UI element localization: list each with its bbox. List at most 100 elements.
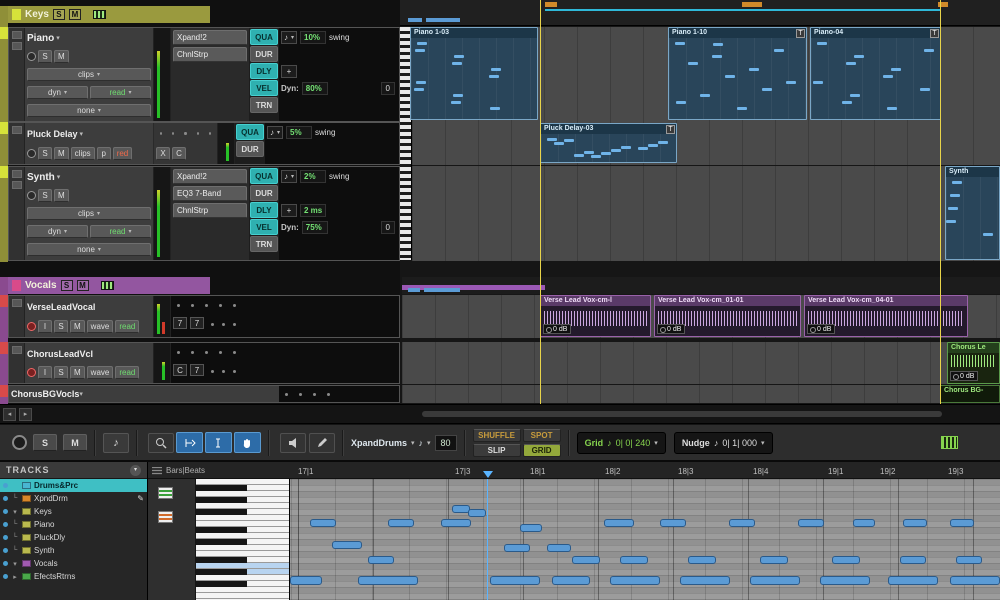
track-color-chip[interactable] <box>0 27 8 39</box>
track-title[interactable]: Pluck Delay <box>27 129 78 139</box>
track-show-dot[interactable] <box>3 522 8 527</box>
mode-spot-button[interactable]: SPOT <box>523 429 561 442</box>
midi-note[interactable] <box>310 519 336 527</box>
tree-glyph[interactable]: └ <box>11 521 19 528</box>
delay-plus-button[interactable]: + <box>281 204 297 217</box>
track-color-chip[interactable] <box>0 166 8 178</box>
indicator-dot[interactable] <box>197 132 199 135</box>
solo-button[interactable]: S <box>54 320 68 333</box>
track-color-chip[interactable] <box>0 385 8 397</box>
clip-midi[interactable]: Piano 1-10T <box>668 27 807 120</box>
track-header-synth[interactable]: Synth▾ S M clips dyn read none Xpand!2 E… <box>8 166 400 261</box>
midi-keyboard-icon[interactable] <box>941 436 958 449</box>
insert-slot[interactable]: ChnlStrp <box>173 47 247 62</box>
insert-slot[interactable]: Xpand!2 <box>173 169 247 184</box>
track-show-dot[interactable] <box>3 574 8 579</box>
track-name[interactable]: EfectsRtrns <box>34 572 75 581</box>
indicator-dot[interactable] <box>191 304 194 307</box>
track-name[interactable]: Synth <box>34 546 54 555</box>
track-color-chip[interactable] <box>0 122 8 134</box>
mode-slip-button[interactable]: SLIP <box>473 444 521 457</box>
track-name[interactable]: Drums&Prc <box>34 481 78 490</box>
midi-note[interactable] <box>688 556 716 564</box>
indicator-dot[interactable] <box>219 351 222 354</box>
dyn-dropdown[interactable]: dyn <box>27 86 88 99</box>
tree-glyph[interactable]: └ <box>11 495 19 502</box>
midi-note[interactable] <box>604 519 634 527</box>
playhead-marker[interactable] <box>483 471 493 478</box>
indicator-dot[interactable] <box>233 351 236 354</box>
record-button[interactable] <box>12 435 27 450</box>
group-bar-vocals[interactable]: Vocals S M <box>8 277 210 294</box>
indicator-dot[interactable] <box>211 370 214 373</box>
record-enable-button[interactable] <box>27 368 36 377</box>
midi-note-tool-button[interactable]: ♪ <box>103 433 129 453</box>
track-show-dot[interactable] <box>3 561 8 566</box>
midi-note[interactable] <box>547 544 571 552</box>
voice-selector[interactable]: C <box>173 364 187 376</box>
clip-gain-badge[interactable]: 0 dB <box>950 371 978 381</box>
indicator-dot[interactable] <box>219 304 222 307</box>
horizontal-scroll-bar[interactable]: ◂ ▸ <box>0 404 1000 424</box>
track-options-icon[interactable] <box>12 42 22 50</box>
delay-amount[interactable]: 2 ms <box>300 204 326 217</box>
transpose-button[interactable]: TRN <box>250 236 278 252</box>
midi-note[interactable] <box>760 556 788 564</box>
track-list-item-keys[interactable]: ▾Keys <box>0 505 147 518</box>
caret-icon[interactable]: ▾ <box>57 173 61 181</box>
midi-note[interactable] <box>572 556 600 564</box>
voice-selector[interactable]: 7 <box>173 317 187 329</box>
track-show-dot[interactable] <box>3 535 8 540</box>
midi-note[interactable] <box>729 519 755 527</box>
caret-icon[interactable]: ▾ <box>79 390 83 398</box>
indicator-dot[interactable] <box>233 304 236 307</box>
group-title[interactable]: Keys <box>25 9 49 20</box>
midi-note[interactable] <box>620 556 648 564</box>
automation-mode-dropdown[interactable]: read <box>90 225 151 238</box>
tree-glyph[interactable]: ▾ <box>11 508 19 516</box>
midi-note[interactable] <box>888 576 938 585</box>
indicator-dot[interactable] <box>233 323 236 326</box>
track-show-dot[interactable] <box>3 509 8 514</box>
velocity-offset[interactable]: 0 <box>381 82 395 95</box>
mode-grid-button[interactable]: GRID <box>523 444 561 457</box>
duration-button[interactable]: DUR <box>250 46 278 62</box>
selector-tool-button[interactable] <box>205 432 232 453</box>
midi-note[interactable] <box>680 576 730 585</box>
mute-button[interactable]: M <box>54 189 69 202</box>
midi-note[interactable] <box>950 576 1000 585</box>
indicator-dot[interactable] <box>211 323 214 326</box>
indicator-dot[interactable] <box>205 351 208 354</box>
track-header-chorus-bg-vocals[interactable]: ChorusBGVocls ▾ <box>8 385 400 403</box>
midi-note[interactable] <box>610 576 660 585</box>
grabber-tool-button[interactable] <box>234 432 261 453</box>
track-title[interactable]: VerseLeadVocal <box>27 302 95 312</box>
pencil-icon[interactable]: ✎ <box>137 494 144 503</box>
clip-midi[interactable]: Synth <box>945 166 1000 260</box>
insert-slot[interactable]: Xpand!2 <box>173 30 247 45</box>
scroll-left-button[interactable]: ◂ <box>3 408 16 421</box>
automation-mode-dropdown[interactable]: red <box>113 147 133 160</box>
automation-mode-dropdown[interactable]: read <box>90 86 151 99</box>
delay-button[interactable]: DLY <box>250 63 278 79</box>
track-view-dropdown[interactable]: clips <box>71 147 95 160</box>
group-color-chip[interactable] <box>12 9 21 20</box>
insert-slot[interactable]: ChnlStrp <box>173 203 247 218</box>
bars-beats-ruler[interactable]: Bars|Beats 17|117|318|118|218|318|419|11… <box>148 462 1000 479</box>
clip-midi[interactable]: Piano-04T <box>810 27 941 120</box>
clip-audio[interactable]: Verse Lead Vox-cm_01-010 dB <box>654 295 801 337</box>
mute-button[interactable]: M <box>70 320 85 333</box>
voice-selector[interactable]: 7 <box>190 317 204 329</box>
record-enable-button[interactable] <box>27 52 36 61</box>
record-enable-button[interactable] <box>27 191 36 200</box>
grid-value[interactable]: 0| 0| 240 <box>616 438 651 448</box>
track-list-item-synth[interactable]: └Synth <box>0 544 147 557</box>
indicator-dot[interactable] <box>172 132 174 135</box>
quantize-button[interactable]: QUA <box>236 124 264 140</box>
swing-amount[interactable]: 5% <box>286 126 312 139</box>
midi-editor[interactable]: Bars|Beats 17|117|318|118|218|318|419|11… <box>148 462 1000 600</box>
track-title[interactable]: ChorusBGVocls <box>11 389 79 399</box>
midi-note[interactable] <box>900 556 926 564</box>
indicator-dot[interactable] <box>233 370 236 373</box>
track-title[interactable]: ChorusLeadVcl <box>27 349 93 359</box>
